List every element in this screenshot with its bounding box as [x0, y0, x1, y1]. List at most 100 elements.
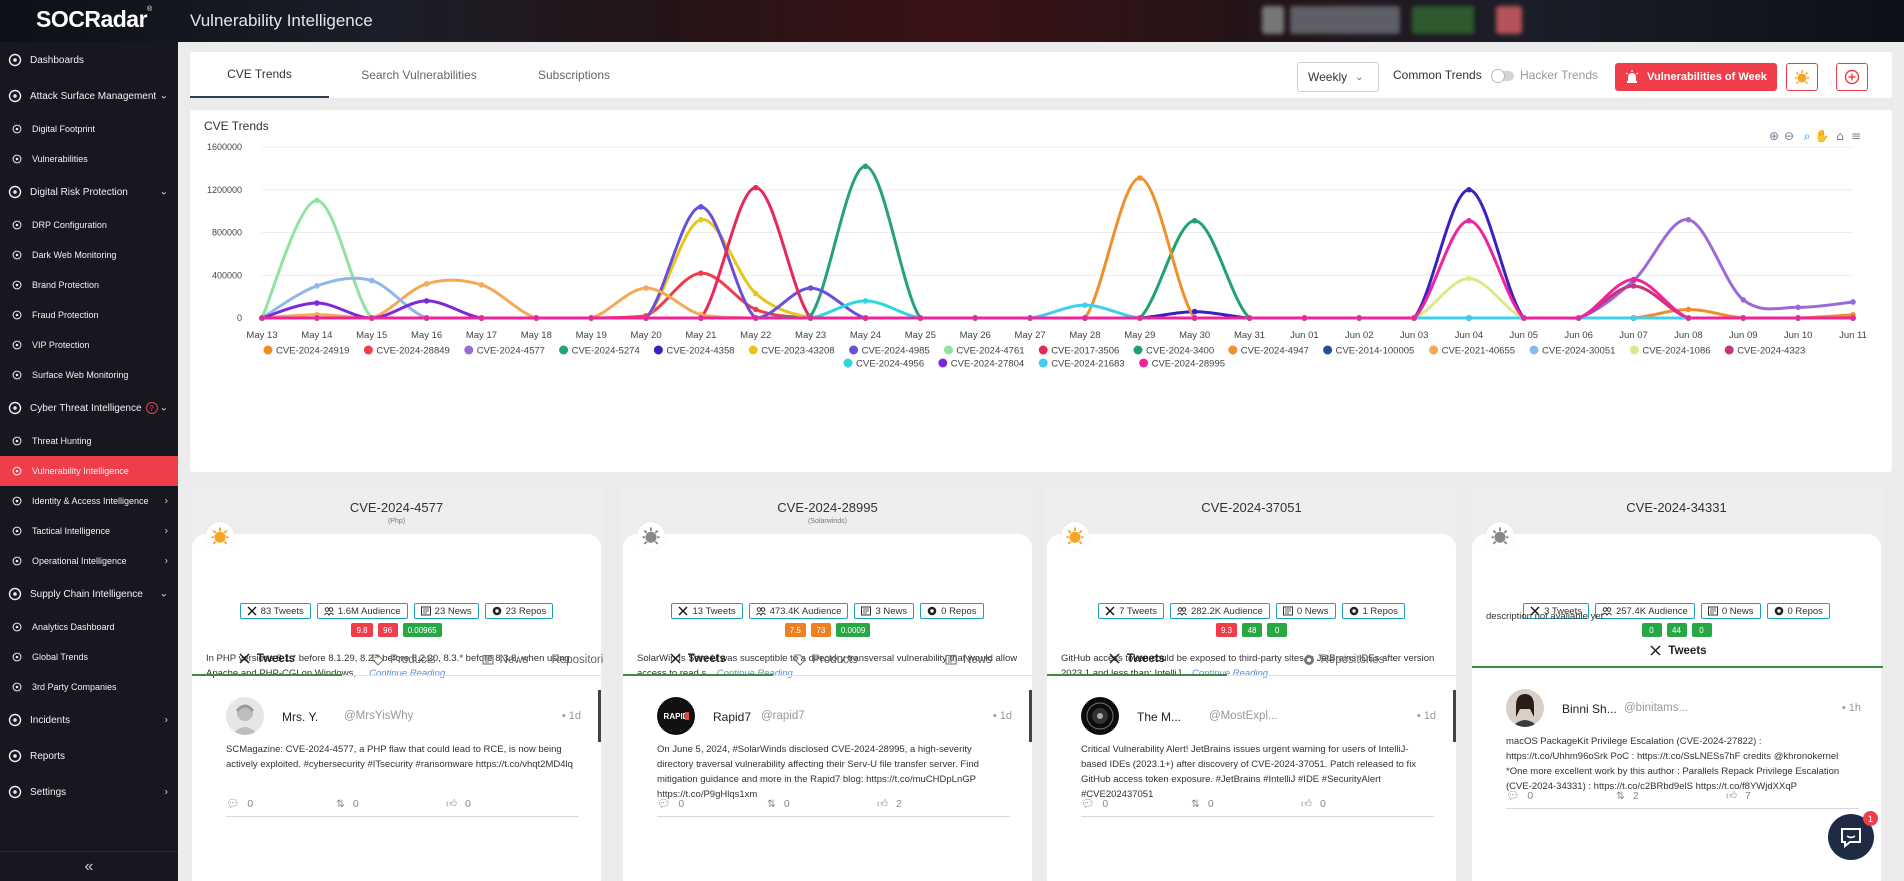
legend-item[interactable]: CVE-2024-5274 [572, 346, 640, 357]
socradar-logo[interactable]: SOCRadar® [36, 6, 152, 33]
stat-badge[interactable]: 23 Repos [484, 603, 554, 619]
retweet-action[interactable]: ⇅ 0 [1191, 797, 1301, 810]
zoom-out-icon[interactable]: ⊖ [1784, 129, 1794, 143]
retweet-action[interactable]: ⇅ 0 [336, 797, 446, 810]
home-icon[interactable]: ⌂ [1836, 129, 1844, 143]
tweet-author[interactable]: Binni Sh... [1562, 702, 1617, 716]
legend-item[interactable]: CVE-2023-43208 [761, 346, 834, 357]
card-tab-tweets[interactable]: Tweets [1472, 636, 1883, 668]
tweet-handle[interactable]: @binitams... [1624, 702, 1688, 714]
retweet-action[interactable]: ⇅ 2 [1616, 789, 1726, 802]
avatar[interactable]: RAPID [657, 697, 695, 735]
chevron-right-icon[interactable]: › [165, 496, 168, 507]
legend-item[interactable]: CVE-2017-3506 [1051, 346, 1119, 357]
pan-icon[interactable]: ✋ [1815, 129, 1830, 143]
legend-item[interactable]: CVE-2024-4323 [1737, 346, 1805, 357]
like-action[interactable]: 👍︎ 7 [1726, 789, 1836, 803]
sidebar-collapse-button[interactable]: « [0, 851, 178, 881]
cve-id[interactable]: CVE-2024-37051 [1045, 500, 1458, 515]
card-tab-repositories[interactable]: Repositories [1227, 644, 1458, 676]
card-tab-news[interactable]: News [454, 644, 556, 676]
card-tab-news[interactable]: News [901, 644, 1034, 676]
legend-item[interactable]: CVE-2024-4358 [666, 346, 734, 357]
sidebar-item-3rd-party-companies[interactable]: 3rd Party Companies [0, 672, 178, 702]
sidebar-item-reports[interactable]: Reports [0, 738, 178, 774]
retweet-action[interactable]: ⇅ 0 [767, 797, 877, 810]
sidebar-item-digital-risk-protection[interactable]: Digital Risk Protection ⌄ [0, 174, 178, 210]
tab-subscriptions[interactable]: Subscriptions [509, 52, 639, 98]
sidebar-item-supply-chain-intelligence[interactable]: Supply Chain Intelligence ⌄ [0, 576, 178, 612]
cve-id[interactable]: CVE-2024-34331 [1470, 500, 1883, 515]
stat-badge[interactable]: 13 Tweets [671, 603, 743, 619]
card-tab-products[interactable]: Products [751, 644, 901, 676]
sidebar-item-drp-configuration[interactable]: DRP Configuration [0, 210, 178, 240]
avatar[interactable] [226, 697, 264, 735]
tweet-handle[interactable]: @rapid7 [761, 710, 805, 722]
zoom-in-icon[interactable]: ⊕ [1769, 129, 1779, 143]
legend-item[interactable]: CVE-2024-27804 [951, 359, 1024, 370]
sidebar-item-fraud-protection[interactable]: Fraud Protection [0, 300, 178, 330]
stat-badge[interactable]: 282.2K Audience [1169, 603, 1270, 619]
card-tab-tweets[interactable]: Tweets [192, 644, 342, 676]
reply-action[interactable]: 💬︎ 0 [1081, 797, 1191, 811]
sidebar-item-dashboards[interactable]: Dashboards [0, 42, 178, 78]
avatar[interactable] [1506, 689, 1544, 727]
sidebar-item-settings[interactable]: Settings › [0, 774, 178, 810]
period-select[interactable]: Weekly ⌄ [1297, 62, 1379, 92]
cve-id[interactable]: CVE-2024-4577 [190, 500, 603, 515]
legend-item[interactable]: CVE-2024-4985 [862, 346, 930, 357]
card-tab-products[interactable]: Products [354, 644, 454, 676]
legend-item[interactable]: CVE-2024-4577 [477, 346, 545, 357]
like-action[interactable]: 👍︎ 0 [446, 797, 556, 811]
reply-action[interactable]: 💬︎ 0 [1506, 789, 1616, 803]
like-action[interactable]: 👍︎ 0 [1301, 797, 1411, 811]
stat-badge[interactable]: 1.6M Audience [316, 603, 408, 619]
stat-badge[interactable]: 0 News [1275, 603, 1336, 619]
vulnerabilities-of-week-button[interactable]: Vulnerabilities of Week [1615, 63, 1777, 91]
legend-item[interactable]: CVE-2014-100005 [1336, 346, 1415, 357]
chevron-down-icon[interactable]: ⌄ [160, 187, 168, 198]
chevron-down-icon[interactable]: ⌄ [160, 589, 168, 600]
trends-toggle[interactable] [1491, 69, 1514, 83]
sidebar-item-attack-surface-management[interactable]: Attack Surface Management ⌄ [0, 78, 178, 114]
sidebar-item-incidents[interactable]: Incidents › [0, 702, 178, 738]
legend-item[interactable]: CVE-2024-4956 [856, 359, 924, 370]
legend-item[interactable]: CVE-2024-28995 [1152, 359, 1225, 370]
reply-action[interactable]: 💬︎ 0 [657, 797, 767, 811]
bug-filter-button[interactable] [1786, 63, 1818, 91]
scrollbar[interactable] [1029, 690, 1032, 742]
chevron-down-icon[interactable]: ⌄ [160, 403, 168, 414]
chevron-right-icon[interactable]: › [165, 787, 168, 798]
sidebar-item-dark-web-monitoring[interactable]: Dark Web Monitoring [0, 240, 178, 270]
sidebar-item-global-trends[interactable]: Global Trends [0, 642, 178, 672]
sidebar-item-digital-footprint[interactable]: Digital Footprint [0, 114, 178, 144]
stat-badge[interactable]: 1 Repos [1341, 603, 1405, 619]
stat-badge[interactable]: 0 Repos [920, 603, 984, 619]
legend-item[interactable]: CVE-2024-21683 [1051, 359, 1124, 370]
help-icon[interactable]: ? [145, 402, 158, 414]
sidebar-item-tactical-intelligence[interactable]: Tactical Intelligence › [0, 516, 178, 546]
chevron-right-icon[interactable]: › [165, 556, 168, 567]
sidebar-item-identity-and-access-intelligence[interactable]: Identity & Access Intelligence › [0, 486, 178, 516]
tab-cve-trends[interactable]: CVE Trends [190, 52, 329, 98]
chevron-right-icon[interactable]: › [165, 715, 168, 726]
sidebar-item-analytics-dashboard[interactable]: Analytics Dashboard [0, 612, 178, 642]
chevron-right-icon[interactable]: › [165, 526, 168, 537]
sidebar-item-brand-protection[interactable]: Brand Protection [0, 270, 178, 300]
stat-badge[interactable]: 7 Tweets [1098, 603, 1164, 619]
stat-badge[interactable]: 3 News [854, 603, 915, 619]
legend-item[interactable]: CVE-2024-28849 [376, 346, 449, 357]
tab-search-vulnerabilities[interactable]: Search Vulnerabilities [329, 52, 509, 98]
legend-item[interactable]: CVE-2024-30051 [1542, 346, 1615, 357]
tweet-author[interactable]: Mrs. Y. [282, 710, 318, 724]
sidebar-item-vulnerability-intelligence[interactable]: Vulnerability Intelligence [0, 456, 178, 486]
sidebar-item-threat-hunting[interactable]: Threat Hunting [0, 426, 178, 456]
blurred-avatar[interactable] [1496, 6, 1522, 34]
legend-item[interactable]: CVE-2024-4947 [1241, 346, 1309, 357]
tweet-handle[interactable]: @MrsYisWhy [344, 710, 413, 722]
legend-item[interactable]: CVE-2024-24919 [276, 346, 349, 357]
menu-icon[interactable]: ≡ [1851, 129, 1861, 143]
tweet-handle[interactable]: @MostExpl... [1209, 710, 1278, 722]
tweet-author[interactable]: The M... [1137, 710, 1181, 724]
sidebar-item-operational-intelligence[interactable]: Operational Intelligence › [0, 546, 178, 576]
